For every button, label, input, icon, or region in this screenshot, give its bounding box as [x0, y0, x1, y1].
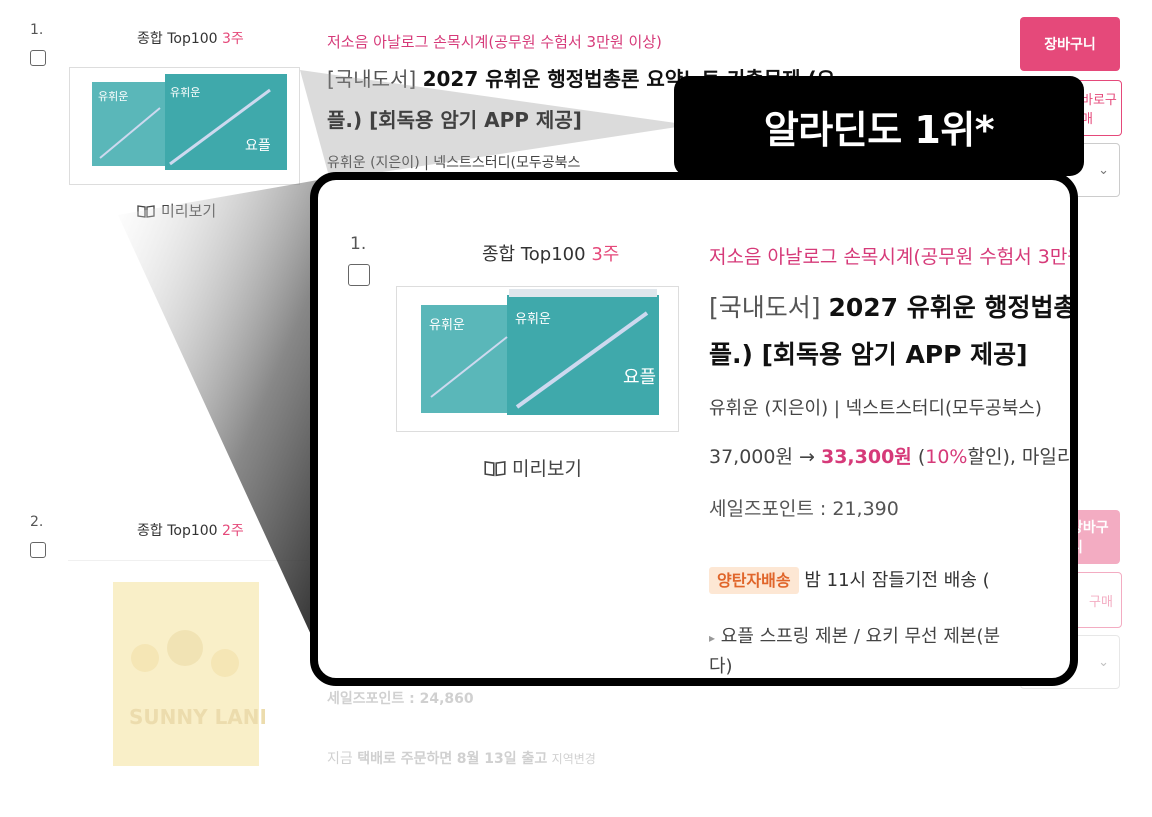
binding-option[interactable]: ▸ 요플 스프링 제본 / 요키 무선 제본(분	[709, 622, 1000, 648]
preview-label: 미리보기	[512, 458, 582, 480]
title-line-2: 플.) [회독용 암기 APP 제공]	[709, 340, 1028, 369]
binding-text: 요플 스프링 제본 / 요키 무선 제본(분	[720, 626, 1001, 647]
rank-weeks: 3주	[591, 244, 620, 265]
item-checkbox[interactable]	[348, 264, 370, 286]
rank-label: 종합 Top100	[482, 244, 586, 265]
title-line-1: 2027 유휘운 행정법총론	[828, 293, 1078, 322]
price-line: 37,000원 → 33,300원 (10%할인), 마일리지	[709, 442, 1075, 469]
discount-percent: 10%	[925, 446, 968, 468]
book-thumbnail[interactable]: 유휘운 유휘운 요플	[396, 286, 679, 432]
author-publisher[interactable]: 유휘운 (지은이) | 넥스트스터디(모두공북스)	[709, 394, 1042, 420]
discount-suffix: 할인), 마일리지	[967, 446, 1075, 468]
caret-right-icon: ▸	[709, 631, 716, 645]
item-number: 1.	[350, 234, 367, 254]
rank-badge: 종합 Top100 3주	[482, 240, 619, 266]
original-price: 37,000원 →	[709, 446, 815, 468]
zoom-panel: 1. 종합 Top100 3주 유휘운 유휘운 요플 미리보기 저소음 아날로그…	[310, 172, 1078, 686]
shipping-text: 밤 11시 잠들기전 배송 (	[804, 570, 990, 591]
product-title[interactable]: [국내도서] 2027 유휘운 행정법총론	[709, 288, 1078, 328]
preview-link[interactable]: 미리보기	[484, 454, 582, 481]
open-book-icon	[484, 460, 506, 476]
category-label: [국내도서]	[709, 293, 821, 322]
shipping-badge: 양탄자배송	[709, 567, 799, 594]
svg-text:유휘운: 유휘운	[429, 318, 465, 333]
sales-points: 세일즈포인트 : 21,390	[709, 498, 899, 520]
svg-text:유휘운: 유휘운	[515, 312, 551, 327]
sale-price: 33,300원	[820, 446, 912, 468]
callout-banner: 알라딘도 1위*	[674, 76, 1084, 176]
product-title-line-2[interactable]: 플.) [회독용 암기 APP 제공]	[709, 335, 1028, 375]
binding-text-line-2: 다)	[709, 656, 733, 677]
shipping-info: 양탄자배송 밤 11시 잠들기전 배송 (	[709, 566, 990, 594]
svg-text:요플: 요플	[623, 367, 656, 388]
promo-text[interactable]: 저소음 아날로그 손목시계(공무원 수험서 3만원 이상)	[709, 242, 1070, 269]
